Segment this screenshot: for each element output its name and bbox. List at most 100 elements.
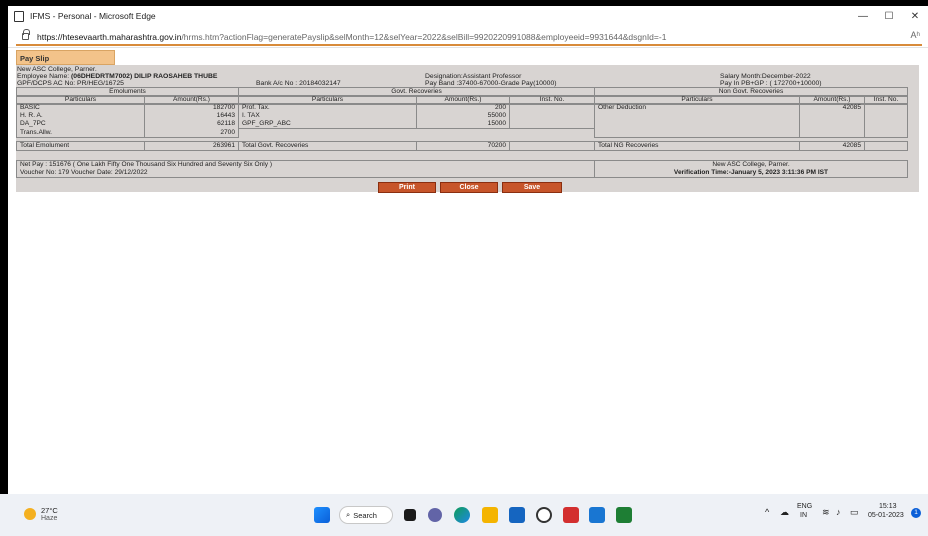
- govt-recovery-amount: 55000: [416, 112, 510, 120]
- ng-recovery-amount: [799, 120, 865, 129]
- language-top[interactable]: ENG: [797, 503, 812, 510]
- total-emolument-label: Total Emolument: [16, 140, 145, 151]
- govt-recovery-name: GPF_GRP_ABC: [238, 120, 417, 129]
- empty-cell: [238, 128, 595, 137]
- save-button[interactable]: Save: [502, 182, 562, 193]
- windows-start-icon[interactable]: [314, 507, 330, 523]
- ng-recovery-inst: [864, 112, 908, 120]
- total-govt-value: 70200: [416, 140, 510, 151]
- url-text[interactable]: https://htesevaarth.maharashtra.gov.in/h…: [37, 32, 666, 42]
- page-top-divider: [16, 44, 922, 46]
- language-bottom[interactable]: IN: [800, 512, 807, 519]
- sun-icon: [24, 508, 36, 520]
- onedrive-icon[interactable]: ☁: [780, 507, 789, 518]
- govt-recovery-inst: [509, 120, 595, 129]
- file-explorer-icon[interactable]: [482, 507, 498, 523]
- total-ng-value: 42085: [799, 140, 865, 151]
- show-hidden-icons[interactable]: ^: [765, 507, 769, 517]
- clock-date[interactable]: 05-01-2023: [868, 512, 904, 519]
- emolument-amount: 2700: [144, 128, 239, 138]
- excel-icon[interactable]: [616, 507, 632, 523]
- designation: Designation:Assistant Professor: [425, 73, 522, 80]
- search-label: Search: [353, 510, 377, 520]
- page-icon: [14, 10, 24, 22]
- ng-recovery-inst: [864, 128, 908, 138]
- volume-icon[interactable]: ♪: [836, 507, 841, 517]
- govt-recovery-inst: [509, 103, 595, 112]
- emolument-amount: 182700: [144, 103, 239, 112]
- ng-recovery-name: [594, 120, 800, 129]
- emolument-amount: 16443: [144, 112, 239, 120]
- window-title: IFMS - Personal - Microsoft Edge: [30, 11, 156, 21]
- ng-recovery-amount: [799, 112, 865, 120]
- minimize-button[interactable]: —: [851, 6, 875, 26]
- total-ng-label: Total NG Recoveries: [594, 140, 800, 151]
- ng-recovery-inst: [864, 103, 908, 112]
- taskbar-search[interactable]: ⌕ Search: [339, 506, 393, 524]
- wifi-icon[interactable]: ≋: [822, 507, 830, 518]
- maximize-button[interactable]: ☐: [877, 6, 901, 26]
- total-ng-inst: [864, 140, 908, 151]
- url-path: /hrms.htm?actionFlag=generatePayslip&sel…: [181, 31, 667, 42]
- table-row: Trans.Allw. 2700: [16, 128, 908, 138]
- total-emolument-value: 263961: [144, 140, 239, 151]
- net-pay-table: Net Pay : 151676 ( One Lakh Fifty One Th…: [16, 160, 908, 178]
- dell-icon[interactable]: [536, 507, 552, 523]
- emolument-name: H. R. A.: [16, 112, 145, 120]
- battery-icon[interactable]: ▭: [850, 507, 859, 518]
- read-aloud-icon[interactable]: Aʰ: [911, 30, 920, 40]
- weather-condition: Haze: [41, 515, 58, 522]
- edge-icon[interactable]: [454, 507, 470, 523]
- temperature: 27°C: [41, 506, 58, 515]
- employee-name: (06DHEDRTM7002) DILIP RAOSAHEB THUBE: [71, 73, 218, 80]
- payslip-detail-table: BASIC 182700 Prof. Tax. 200 Other Deduct…: [16, 103, 908, 151]
- footer-college: New ASC College, Parner.: [594, 160, 908, 169]
- emolument-amount: 62118: [144, 120, 239, 129]
- pay-band: Pay Band :37400-67000-Grade Pay(10000): [425, 80, 557, 87]
- search-icon: ⌕: [346, 510, 351, 519]
- ng-recovery-inst: [864, 120, 908, 129]
- bank-account: Bank A/c No : 20184032147: [256, 80, 341, 87]
- table-row: BASIC 182700 Prof. Tax. 200 Other Deduct…: [16, 103, 908, 112]
- govt-recovery-amount: 15000: [416, 120, 510, 129]
- lock-icon[interactable]: [22, 29, 30, 40]
- title-bar: IFMS - Personal - Microsoft Edge — ☐ ✕: [8, 6, 928, 26]
- salary-month: Salary Month:December-2022: [720, 73, 811, 80]
- ng-recovery-name: [594, 128, 800, 138]
- govt-recovery-name: Prof. Tax.: [238, 103, 417, 112]
- mcafee-icon[interactable]: [563, 507, 579, 523]
- verification-time: Verification Time:-January 5, 2023 3:11:…: [594, 169, 908, 178]
- clock-time[interactable]: 15:13: [879, 503, 897, 510]
- task-view-icon[interactable]: [404, 509, 416, 521]
- print-button[interactable]: Print: [378, 182, 436, 193]
- total-govt-inst: [509, 140, 595, 151]
- close-button[interactable]: Close: [440, 182, 498, 193]
- app-icon[interactable]: [589, 507, 605, 523]
- teams-chat-icon[interactable]: [428, 508, 442, 522]
- pay-in: Pay In PB+GP : ( 172700+10000): [720, 80, 822, 87]
- table-row: DA_7PC 62118 GPF_GRP_ABC 15000: [16, 120, 908, 129]
- ng-recovery-name: Other Deduction: [594, 103, 800, 112]
- employee-name-row: Employee Name: (06DHEDRTM7002) DILIP RAO…: [17, 73, 217, 80]
- govt-recovery-name: I. TAX: [238, 112, 417, 120]
- employee-name-label: Employee Name:: [17, 73, 70, 80]
- notification-badge[interactable]: 1: [911, 508, 921, 518]
- url-host: https://htesevaarth.maharashtra.gov.in: [37, 31, 182, 42]
- govt-recovery-amount: 200: [416, 103, 510, 112]
- table-row: H. R. A. 16443 I. TAX 55000: [16, 112, 908, 120]
- emolument-name: Trans.Allw.: [16, 128, 145, 138]
- store-icon[interactable]: [509, 507, 525, 523]
- payslip-tab[interactable]: Pay Slip: [16, 50, 115, 65]
- gpf-number: GPF/DCPS AC No: PR/HEG/16725: [17, 80, 124, 87]
- emolument-name: BASIC: [16, 103, 145, 112]
- close-window-button[interactable]: ✕: [903, 6, 927, 26]
- totals-row: Total Emolument 263961 Total Govt. Recov…: [16, 140, 908, 151]
- total-govt-label: Total Govt. Recoveries: [238, 140, 417, 151]
- ng-recovery-amount: 42085: [799, 103, 865, 112]
- desktop-screen: IFMS - Personal - Microsoft Edge — ☐ ✕ h…: [0, 0, 928, 536]
- ng-recovery-name: [594, 112, 800, 120]
- voucher-info: Voucher No: 179 Voucher Date: 29/12/2022: [16, 169, 595, 178]
- govt-recovery-inst: [509, 112, 595, 120]
- net-pay: Net Pay : 151676 ( One Lakh Fifty One Th…: [16, 160, 595, 169]
- ng-recovery-amount: [799, 128, 865, 138]
